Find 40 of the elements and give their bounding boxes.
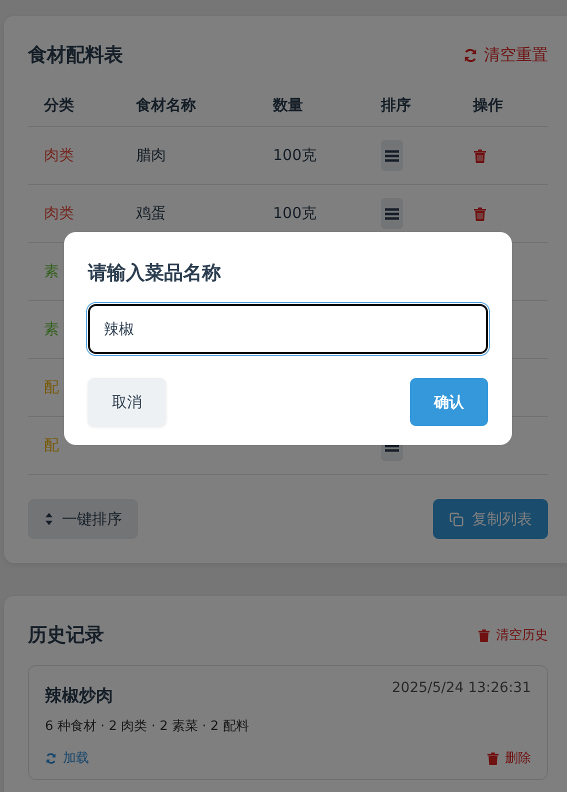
cancel-button[interactable]: 取消 [88, 378, 166, 426]
dish-name-input[interactable]: 辣椒 [88, 304, 488, 354]
refresh-icon [45, 752, 57, 764]
dish-name: 辣椒炒肉 [45, 685, 113, 707]
drag-handle[interactable] [381, 140, 403, 171]
copy-list-button[interactable]: 复制列表 [433, 499, 548, 539]
drag-handle[interactable] [381, 198, 403, 229]
column-header: 排序 [381, 96, 412, 114]
category-cell: 素 [44, 262, 59, 281]
category-cell: 配 [44, 436, 59, 455]
sort-button[interactable]: 一键排序 [28, 499, 138, 539]
trash-icon[interactable] [474, 206, 486, 220]
refresh-icon [463, 48, 478, 62]
clear-history-button[interactable]: 清空历史 [478, 626, 548, 644]
dialog-title: 请输入菜品名称 [88, 261, 222, 286]
trash-icon [487, 752, 499, 764]
name-cell: 鸡蛋 [136, 204, 166, 223]
category-cell: 素 [44, 320, 59, 339]
card-title: 食材配料表 [28, 43, 123, 68]
category-cell: 肉类 [44, 146, 74, 165]
card-title: 历史记录 [28, 623, 104, 648]
timestamp: 2025/5/24 13:26:31 [392, 680, 531, 696]
name-cell: 腊肉 [136, 146, 166, 165]
entry-summary: 6 种食材 · 2 肉类 · 2 素菜 · 2 配料 [45, 718, 250, 735]
sort-icon [44, 512, 54, 526]
copy-icon [449, 512, 464, 526]
load-button[interactable]: 加载 [45, 749, 89, 767]
column-header: 数量 [273, 96, 304, 114]
quantity-cell: 100克 [273, 204, 317, 223]
column-header: 操作 [473, 96, 504, 114]
column-header: 食材名称 [136, 96, 197, 114]
reset-button[interactable]: 清空重置 [463, 44, 548, 66]
category-cell: 配 [44, 378, 59, 397]
trash-icon[interactable] [474, 148, 486, 162]
column-header: 分类 [44, 96, 75, 114]
category-cell: 肉类 [44, 204, 74, 223]
delete-button[interactable]: 删除 [487, 749, 531, 767]
quantity-cell: 100克 [273, 146, 317, 165]
confirm-button[interactable]: 确认 [410, 378, 488, 426]
trash-icon [478, 628, 490, 642]
